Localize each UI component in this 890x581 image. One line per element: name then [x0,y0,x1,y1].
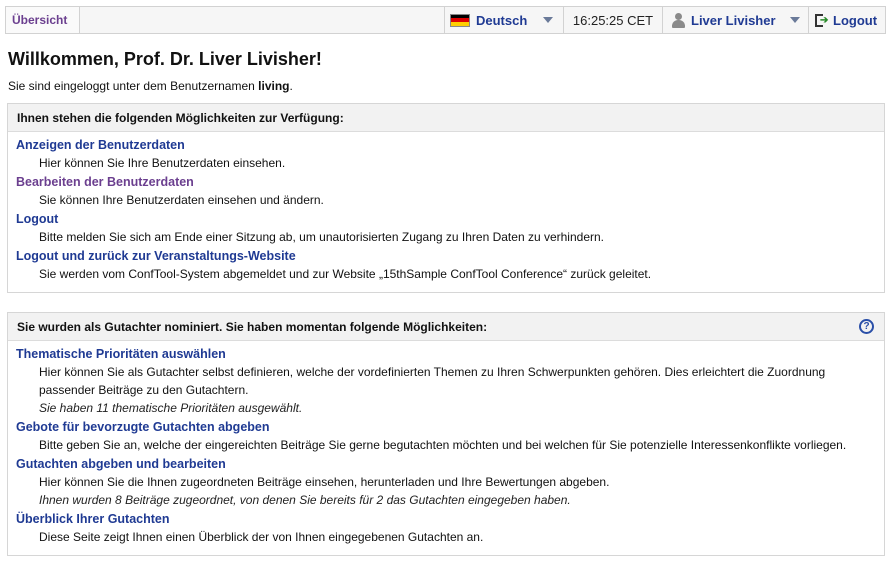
list-item: Bearbeiten der Benutzerdaten Sie können … [16,173,884,209]
item-description: Bitte geben Sie an, welche der eingereic… [39,438,847,452]
reviewer-options-panel: Sie wurden als Gutachter nominiert. Sie … [7,312,885,556]
topbar-spacer [79,7,444,33]
flag-stripe-gold [451,21,469,26]
list-item: Gutachten abgeben und bearbeiten Hier kö… [16,455,884,509]
panel-heading-label: Sie wurden als Gutachter nominiert. Sie … [17,319,488,334]
view-userdata-link[interactable]: Anzeigen der Benutzerdaten [16,136,884,154]
item-status-note: Ihnen wurden 8 Beiträge zugeordnet, von … [39,493,571,507]
server-time: 16:25:25 CET [563,7,662,33]
user-icon [671,12,685,28]
top-navigation-bar: Übersicht Deutsch 16:25:25 CET Liver Liv… [5,6,886,34]
nav-overview-link[interactable]: Übersicht [6,7,79,33]
panel-heading: Sie wurden als Gutachter nominiert. Sie … [8,313,884,341]
language-selector[interactable]: Deutsch [444,7,563,33]
panel-body: Thematische Prioritäten auswählen Hier k… [8,341,884,555]
submit-reviews-link[interactable]: Gutachten abgeben und bearbeiten [16,455,884,473]
panel-body: Anzeigen der Benutzerdaten Hier können S… [8,132,884,292]
logout-return-link[interactable]: Logout und zurück zur Veranstaltungs-Web… [16,247,884,265]
item-description: Sie werden vom ConfTool-System abgemelde… [39,267,652,281]
nav-overview-label: Übersicht [12,13,68,27]
logged-in-info: Sie sind eingeloggt unter dem Benutzerna… [8,79,293,93]
logout-label: Logout [833,12,878,28]
panel-heading: Ihnen stehen die folgenden Möglichkeiten… [8,104,884,132]
item-description: Hier können Sie Ihre Benutzerdaten einse… [39,156,286,170]
list-item: Thematische Prioritäten auswählen Hier k… [16,345,884,417]
logged-in-prefix: Sie sind eingeloggt unter dem Benutzerna… [8,79,259,93]
item-description: Bitte melden Sie sich am Ende einer Sitz… [39,230,604,244]
list-item: Gebote für bevorzugte Gutachten abgeben … [16,418,884,454]
item-description: Sie können Ihre Benutzerdaten einsehen u… [39,193,324,207]
chevron-down-icon [543,17,554,23]
page-title: Willkommen, Prof. Dr. Liver Livisher! [8,49,322,69]
item-status-note: Sie haben 11 thematische Prioritäten aus… [39,401,303,415]
language-label: Deutsch [476,12,528,28]
logout-link[interactable]: Logout [16,210,884,228]
logout-button[interactable]: ➔ Logout [808,7,885,33]
list-item: Überblick Ihrer Gutachten Diese Seite ze… [16,510,884,546]
list-item: Logout Bitte melden Sie sich am Ende ein… [16,210,884,246]
list-item: Logout und zurück zur Veranstaltungs-Web… [16,247,884,283]
topic-priorities-link[interactable]: Thematische Prioritäten auswählen [16,345,884,363]
user-label: Liver Livisher [691,12,776,28]
chevron-down-icon [789,17,800,23]
list-item: Anzeigen der Benutzerdaten Hier können S… [16,136,884,172]
reviews-overview-link[interactable]: Überblick Ihrer Gutachten [16,510,884,528]
logged-in-suffix: . [289,79,293,93]
username: living [258,79,290,93]
item-description: Hier können Sie als Gutachter selbst def… [39,365,826,397]
review-bids-link[interactable]: Gebote für bevorzugte Gutachten abgeben [16,418,884,436]
user-menu[interactable]: Liver Livisher [662,7,808,33]
item-description: Hier können Sie die Ihnen zugeordneten B… [39,475,610,489]
help-icon[interactable]: ? [859,319,874,334]
time-label: 16:25:25 CET [572,12,654,28]
general-options-panel: Ihnen stehen die folgenden Möglichkeiten… [7,103,885,293]
logout-icon: ➔ [815,13,828,27]
edit-userdata-link[interactable]: Bearbeiten der Benutzerdaten [16,173,884,191]
german-flag-icon [450,13,470,27]
item-description: Diese Seite zeigt Ihnen einen Überblick … [39,530,484,544]
